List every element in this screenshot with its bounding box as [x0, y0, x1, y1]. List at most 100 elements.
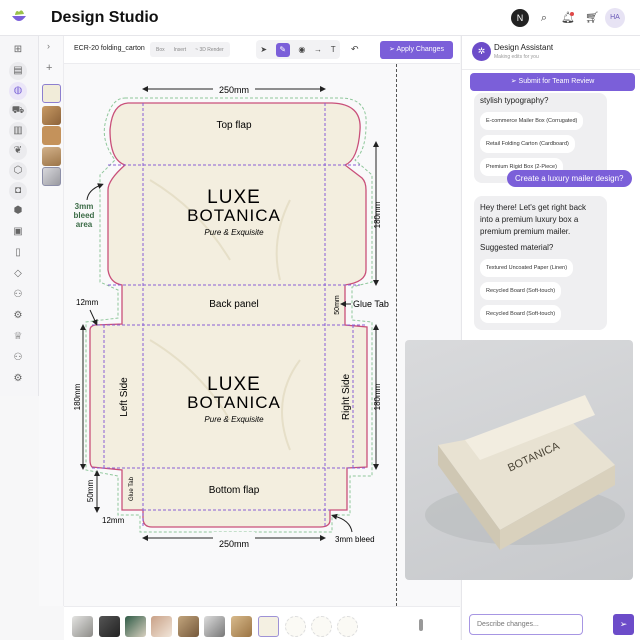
- avatar[interactable]: HA: [605, 8, 625, 28]
- brand-line1-bottom: LUXE: [207, 374, 261, 395]
- assistant-name: Design Assistant: [494, 43, 554, 52]
- mode-tabs: Box Insert ~ 3D Render: [150, 42, 230, 57]
- team-icon[interactable]: ⚇: [9, 349, 27, 367]
- cart-icon[interactable]: 🛒︎: [583, 9, 601, 27]
- variant-thumb[interactable]: [337, 616, 358, 637]
- chevron-right-icon[interactable]: ›: [47, 41, 50, 51]
- grid-icon[interactable]: ⊞: [9, 41, 27, 59]
- camera-icon[interactable]: ◘: [9, 182, 27, 200]
- bell-icon[interactable]: 🔔︎: [559, 9, 577, 27]
- add-icon[interactable]: +: [46, 62, 52, 74]
- bleed-area-label: 3mm bleed area: [74, 202, 95, 229]
- variant-thumb[interactable]: [231, 616, 252, 637]
- 3d-render-preview[interactable]: BOTANICA: [405, 340, 633, 580]
- suggestion-chip[interactable]: Textured Uncoated Paper (Linen): [480, 259, 574, 277]
- back-panel-label: Back panel: [209, 299, 258, 310]
- suggestion-chip[interactable]: Recycled Board (Soft-touch): [480, 305, 562, 323]
- palette-icon[interactable]: ◍: [9, 82, 27, 100]
- template-thumb[interactable]: [42, 106, 61, 125]
- tag-icon[interactable]: ◇: [9, 265, 27, 283]
- shield-icon[interactable]: ⬡: [9, 162, 27, 180]
- suggestion-chip[interactable]: Recycled Board (Soft-touch): [480, 282, 562, 300]
- dieline: 250mm 250mm Top flap Back panel Bottom f…: [73, 82, 389, 549]
- variant-thumb[interactable]: [72, 616, 93, 637]
- template-thumb[interactable]: [42, 126, 61, 145]
- paint-tool-icon[interactable]: ◉: [298, 45, 305, 54]
- top-flap-label: Top flap: [216, 120, 251, 131]
- cube-icon[interactable]: ⬢: [9, 202, 27, 220]
- svg-text:3mm: 3mm: [75, 202, 94, 211]
- suggestion-chip[interactable]: E-commerce Mailer Box (Corrugated): [480, 112, 584, 130]
- variant-thumb-selected[interactable]: [258, 616, 279, 637]
- pen-tool-icon[interactable]: ✎: [275, 42, 290, 57]
- dieline-canvas[interactable]: 250mm 250mm Top flap Back panel Bottom f…: [64, 64, 460, 606]
- crown-icon[interactable]: ♕: [9, 328, 27, 346]
- search-icon[interactable]: ⌕: [535, 9, 553, 27]
- variant-thumb[interactable]: [311, 616, 332, 637]
- template-strip: › +: [39, 36, 64, 606]
- bottom-flap-label: Bottom flap: [209, 485, 260, 496]
- apply-changes-button[interactable]: ➢ Apply Changes: [380, 41, 453, 59]
- height-top-label: 180mm: [373, 201, 382, 228]
- width-top-label: 250mm: [219, 85, 249, 95]
- message-text: stylish typography?: [480, 96, 549, 105]
- template-thumb[interactable]: [42, 167, 61, 186]
- variant-thumb[interactable]: [178, 616, 199, 637]
- select-tool-icon[interactable]: ➤: [260, 45, 267, 54]
- calendar-icon[interactable]: ▤: [9, 62, 27, 80]
- right-side-label: Right Side: [341, 373, 352, 420]
- text-tool-icon[interactable]: T: [331, 45, 336, 54]
- submit-review-button[interactable]: ➢ Submit for Team Review: [470, 73, 635, 91]
- describe-changes-input[interactable]: Describe changes...: [469, 614, 583, 635]
- tab-box[interactable]: Box: [156, 47, 165, 53]
- gear-icon[interactable]: ⚙: [9, 307, 27, 325]
- users-icon[interactable]: ⚇: [9, 286, 27, 304]
- tagline: Pure & Exquisite: [204, 228, 264, 237]
- left-side-label: Left Side: [119, 377, 130, 417]
- user-message: Create a luxury mailer design?: [507, 170, 632, 187]
- height-left-label: 180mm: [73, 383, 82, 410]
- send-icon[interactable]: ➢: [613, 614, 634, 635]
- glue-tab-label: Glue Tab: [353, 299, 389, 309]
- lip-12-top-label: 12mm: [76, 298, 99, 307]
- file-icon[interactable]: ▯: [9, 244, 27, 262]
- suggestion-chip[interactable]: Retail Folding Carton (Cardboard): [480, 135, 575, 153]
- app-title: Design Studio: [51, 9, 159, 26]
- height-right-label: 180mm: [373, 383, 382, 410]
- variant-thumb[interactable]: [99, 616, 120, 637]
- template-thumb[interactable]: [42, 84, 61, 103]
- tab-50-left-label: 50mm: [86, 480, 95, 503]
- tab-3d-render[interactable]: ~ 3D Render: [195, 47, 224, 53]
- barcode-icon[interactable]: ▥: [9, 122, 27, 140]
- user-initial-badge[interactable]: N: [511, 9, 529, 27]
- variant-thumb[interactable]: [151, 616, 172, 637]
- variant-thumb[interactable]: [125, 616, 146, 637]
- settings-icon[interactable]: ⚙: [9, 370, 27, 388]
- strip-scrollbar[interactable]: [419, 619, 423, 631]
- bleed-bottom-label: 3mm bleed: [335, 535, 375, 544]
- lip-12-bottom-label: 12mm: [102, 516, 125, 525]
- variant-strip: [64, 606, 460, 640]
- sidebar-rail: ⊞ ▤ ◍ ⛟ ▥ ❦ ⬡ ◘ ⬢ ▣ ▯ ◇ ⚇ ⚙ ♕ ⚇ ⚙: [0, 36, 39, 396]
- undo-icon[interactable]: ↶: [351, 44, 359, 55]
- tab-insert[interactable]: Insert: [174, 47, 187, 53]
- leaf-icon[interactable]: ❦: [9, 142, 27, 160]
- truck-icon[interactable]: ⛟: [9, 102, 27, 120]
- tab-50-right-label: 50mm: [334, 295, 341, 315]
- canvas-scrollbar[interactable]: [396, 64, 397, 606]
- assistant-message: Hey there! Let's get right back into a p…: [474, 196, 607, 330]
- brand-line2: BOTANICA: [187, 206, 281, 225]
- variant-thumb[interactable]: [285, 616, 306, 637]
- top-bar: Design Studio N ⌕ 🔔︎ 🛒︎ HA: [0, 0, 640, 36]
- arrow-tool-icon[interactable]: →: [314, 45, 322, 54]
- drawing-tools: ➤ ✎ ◉ → T: [256, 40, 340, 59]
- template-thumb[interactable]: [42, 147, 61, 166]
- variant-thumb[interactable]: [204, 616, 225, 637]
- svg-text:bleed: bleed: [74, 211, 95, 220]
- book-icon[interactable]: ▣: [9, 223, 27, 241]
- brand-line2-bottom: BOTANICA: [187, 393, 281, 412]
- app-logo[interactable]: [10, 8, 28, 24]
- assistant-status: Making edits for you: [494, 54, 539, 60]
- submit-review-label: Submit for Team Review: [518, 78, 595, 85]
- glue-tab-small-label: Glue Tab: [129, 476, 135, 501]
